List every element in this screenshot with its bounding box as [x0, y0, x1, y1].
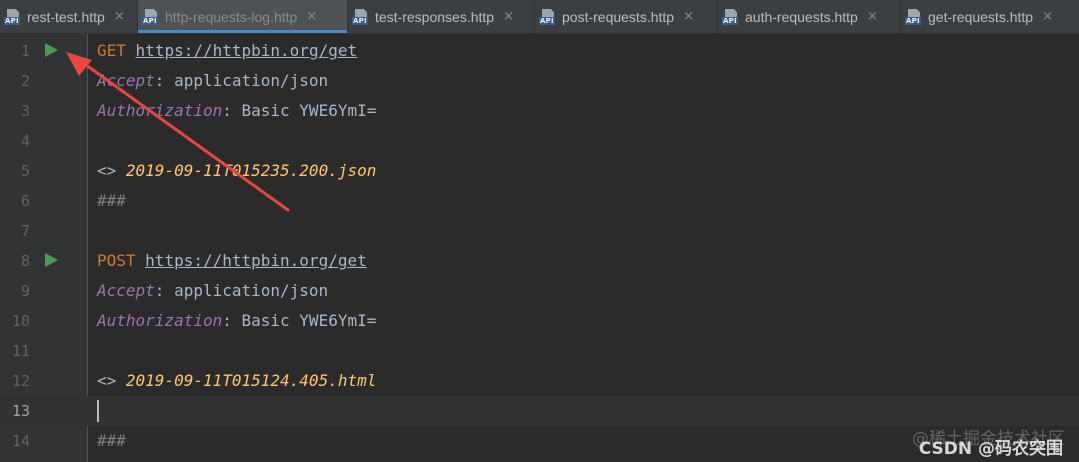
code-editor[interactable]: 1 GET https://httpbin.org/get 2 Accept: … [0, 34, 1079, 462]
http-method: GET [97, 41, 126, 60]
header-name: Accept [97, 281, 155, 300]
request-url[interactable]: https://httpbin.org/get [136, 41, 358, 60]
tab-post-requests[interactable]: API post-requests.http × [535, 0, 718, 33]
run-request-icon[interactable] [45, 43, 58, 57]
tab-label: post-requests.http [562, 8, 675, 25]
header-name: Authorization [97, 311, 223, 330]
close-icon[interactable]: × [114, 9, 125, 24]
tab-get-requests[interactable]: API get-requests.http × [901, 0, 1079, 33]
line-number: 11 [11, 342, 30, 360]
close-icon[interactable]: × [1042, 9, 1053, 24]
request-line: POST https://httpbin.org/get [97, 246, 367, 276]
http-file-icon: API [4, 8, 22, 25]
header-value: application/json [174, 281, 329, 300]
response-file-link[interactable]: 2019-09-11T015235.200.json [126, 161, 376, 180]
http-file-icon: API [142, 8, 160, 25]
editor-tab-bar: API rest-test.http × API http-requests-l… [0, 0, 1079, 34]
header-value: application/json [174, 71, 329, 90]
line-number: 14 [11, 432, 30, 450]
watermark-csdn: CSDN @码农突围 [918, 439, 1063, 459]
line-number: 9 [20, 282, 30, 300]
tab-label: get-requests.http [928, 8, 1034, 25]
request-line: GET https://httpbin.org/get [97, 36, 357, 66]
close-icon[interactable]: × [867, 9, 878, 24]
editor-line[interactable]: 11 [0, 336, 1079, 366]
header-value: Basic YWE6YmI= [241, 101, 377, 120]
editor-line[interactable]: 2 Accept: application/json [0, 66, 1079, 96]
header-name: Authorization [97, 101, 223, 120]
tab-http-requests-log[interactable]: API http-requests-log.http × [138, 0, 348, 33]
tab-test-responses[interactable]: API test-responses.http × [348, 0, 535, 33]
response-file-link[interactable]: 2019-09-11T015124.405.html [126, 371, 376, 390]
editor-line[interactable]: 9 Accept: application/json [0, 276, 1079, 306]
header-line: Accept: application/json [97, 71, 329, 90]
tab-label: rest-test.http [27, 8, 105, 25]
editor-line[interactable]: 3 Authorization: Basic YWE6YmI= [0, 96, 1079, 126]
header-line: Authorization: Basic YWE6YmI= [97, 101, 377, 120]
line-number: 3 [20, 102, 30, 120]
response-reference: <> 2019-09-11T015124.405.html [97, 371, 377, 390]
http-file-icon: API [722, 8, 740, 25]
editor-line[interactable]: 7 [0, 216, 1079, 246]
editor-line[interactable]: 10 Authorization: Basic YWE6YmI= [0, 306, 1079, 336]
close-icon[interactable]: × [503, 9, 514, 24]
close-icon[interactable]: × [683, 9, 694, 24]
editor-line[interactable]: 1 GET https://httpbin.org/get [0, 36, 1079, 66]
editor-line[interactable]: 8 POST https://httpbin.org/get [0, 246, 1079, 276]
tab-rest-test[interactable]: API rest-test.http × [0, 0, 138, 33]
line-number: 4 [20, 132, 30, 150]
http-file-icon: API [539, 8, 557, 25]
line-number: 8 [20, 252, 30, 270]
response-reference: <> 2019-09-11T015235.200.json [97, 161, 377, 180]
header-value: Basic YWE6YmI= [241, 311, 377, 330]
tab-label: http-requests-log.http [165, 8, 298, 25]
line-number: 13 [11, 402, 30, 420]
editor-line[interactable]: 6 ### [0, 186, 1079, 216]
request-url[interactable]: https://httpbin.org/get [145, 251, 367, 270]
line-number: 10 [11, 312, 30, 330]
http-file-icon: API [352, 8, 370, 25]
http-method: POST [97, 251, 136, 270]
request-separator: ### [97, 431, 126, 450]
line-number: 1 [20, 42, 30, 60]
request-separator: ### [97, 191, 126, 210]
close-icon[interactable]: × [306, 9, 317, 24]
tab-label: auth-requests.http [745, 8, 858, 25]
line-number: 5 [20, 162, 30, 180]
header-name: Accept [97, 71, 155, 90]
line-number: 12 [11, 372, 30, 390]
editor-line[interactable]: 5 <> 2019-09-11T015235.200.json [0, 156, 1079, 186]
line-number: 7 [20, 222, 30, 240]
http-file-icon: API [905, 8, 923, 25]
tab-label: test-responses.http [375, 8, 495, 25]
tab-auth-requests[interactable]: API auth-requests.http × [718, 0, 901, 33]
line-number: 6 [20, 192, 30, 210]
editor-line[interactable]: 12 <> 2019-09-11T015124.405.html [0, 366, 1079, 396]
run-request-icon[interactable] [45, 253, 58, 267]
line-number: 2 [20, 72, 30, 90]
editor-line[interactable]: 4 [0, 126, 1079, 156]
header-line: Authorization: Basic YWE6YmI= [97, 311, 377, 330]
editor-line-current[interactable]: 13 [0, 396, 1079, 426]
header-line: Accept: application/json [97, 281, 329, 300]
text-caret [97, 400, 99, 422]
